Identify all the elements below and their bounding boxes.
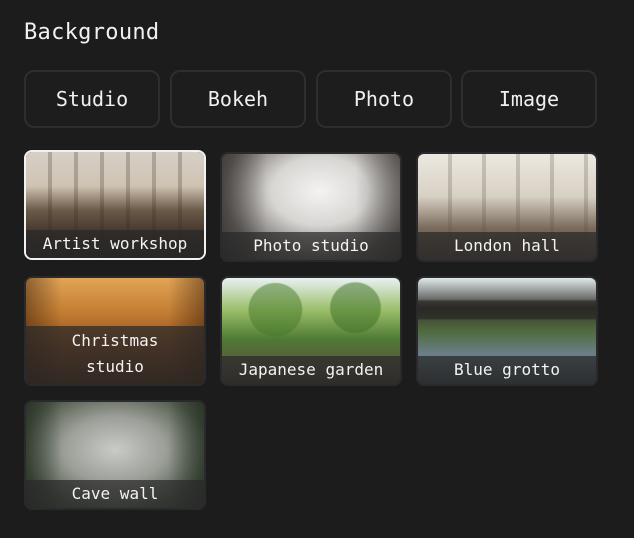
background-card-blue-grotto[interactable]: Blue grotto [416,276,598,386]
tab-studio[interactable]: Studio [24,70,160,128]
card-label: London hall [418,232,596,260]
card-label: Photo studio [222,232,400,260]
card-label: Cave wall [26,480,204,508]
background-card-cave-wall[interactable]: Cave wall [24,400,206,510]
background-card-london-hall[interactable]: London hall [416,152,598,262]
background-panel: Background Studio Bokeh Photo Image Arti… [0,0,634,538]
card-label: Blue grotto [418,356,596,384]
card-label: Japanese garden [222,356,400,384]
card-label: Artist workshop [26,230,204,258]
card-label: Christmas studio [26,326,204,384]
panel-title: Background [24,20,160,45]
tab-bokeh[interactable]: Bokeh [170,70,306,128]
background-card-photo-studio[interactable]: Photo studio [220,152,402,262]
tab-photo[interactable]: Photo [316,70,452,128]
tab-image[interactable]: Image [461,70,597,128]
background-card-christmas-studio[interactable]: Christmas studio [24,276,206,386]
background-card-japanese-garden[interactable]: Japanese garden [220,276,402,386]
background-card-artist-workshop[interactable]: Artist workshop [24,150,206,260]
